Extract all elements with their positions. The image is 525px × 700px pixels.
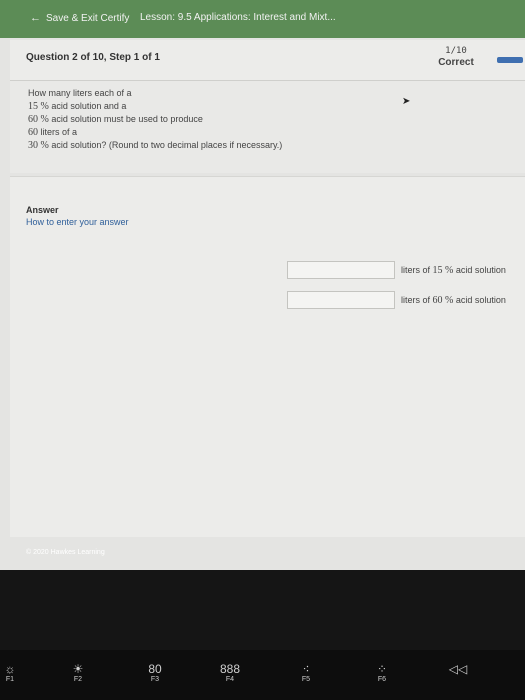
save-exit-label: Save & Exit Certify <box>46 12 130 24</box>
question-line-2: 15 % acid solution and a <box>28 100 282 113</box>
back-arrow-icon: ← <box>30 12 41 24</box>
key-f3[interactable]: 80 F3 <box>135 662 175 683</box>
question-title: Question 2 of 10, Step 1 of 1 <box>26 52 160 63</box>
key-f4[interactable]: 888 F4 <box>210 662 250 683</box>
question-line-3-text: acid solution must be used to produce <box>48 114 203 124</box>
answer-panel: Answer How to enter your answer liters o… <box>10 176 525 537</box>
percent-60: 60 % <box>28 114 49 125</box>
save-exit-button[interactable]: ← Save & Exit Certify <box>30 12 129 24</box>
score-display: 1/10 Correct <box>428 45 484 69</box>
brightness-low-icon: ☼ <box>4 662 16 676</box>
percent-30: 30 % <box>28 140 49 151</box>
row-15-suffix: acid solution <box>453 264 506 275</box>
answer-row-60: liters of 60 % acid solution <box>287 291 506 309</box>
how-to-enter-link[interactable]: How to enter your answer <box>26 217 129 227</box>
launchpad-icon: 888 <box>219 662 241 676</box>
mission-control-icon: 80 <box>148 662 162 676</box>
answer-row-15: liters of 15 % acid solution <box>287 261 506 279</box>
question-line-3: 60 % acid solution must be used to produ… <box>28 113 282 126</box>
progress-bar <box>497 57 523 63</box>
row-60-suffix: acid solution <box>453 294 506 305</box>
answer-row-60-label: liters of 60 % acid solution <box>401 295 506 306</box>
brightness-icon: ☀ <box>72 662 84 676</box>
key-f4-label: F4 <box>225 676 235 683</box>
key-f7[interactable]: ◁◁ <box>438 662 478 676</box>
answer-title: Answer <box>26 205 59 215</box>
top-nav-bar: ← Save & Exit Certify Lesson: 9.5 Applic… <box>0 0 525 38</box>
answer-row-15-label: liters of 15 % acid solution <box>401 265 506 276</box>
row-60-percent: 60 % <box>432 294 454 306</box>
question-line-4-text: liters of a <box>38 127 78 137</box>
keyboard-light-low-icon: ⁖ <box>302 662 310 676</box>
copyright-footer: © 2020 Hawkes Learning <box>26 549 105 556</box>
mouse-pointer-icon: ➤ <box>402 96 411 107</box>
row-60-prefix: liters of <box>401 294 433 305</box>
laptop-bezel <box>0 570 525 650</box>
score-status: Correct <box>438 57 474 68</box>
key-f1-label: F1 <box>5 676 15 683</box>
lesson-title: Lesson: 9.5 Applications: Interest and M… <box>140 12 336 23</box>
percent-15: 15 % <box>28 101 49 112</box>
row-15-prefix: liters of <box>401 264 433 275</box>
question-panel: How many liters each of a 15 % acid solu… <box>10 81 525 173</box>
question-line-1: How many liters each of a <box>28 88 132 98</box>
key-f5[interactable]: ⁖ F5 <box>286 662 326 683</box>
question-line-4: 60 liters of a <box>28 126 282 139</box>
question-line-2-text: acid solution and a <box>48 101 127 111</box>
key-f1[interactable]: ☼ F1 <box>0 662 30 683</box>
liters-15-input[interactable] <box>287 261 395 279</box>
question-line-5-text: acid solution? (Round to two decimal pla… <box>48 140 283 150</box>
key-f6-label: F6 <box>377 676 387 683</box>
keyboard-light-high-icon: ⁘ <box>376 662 388 676</box>
question-line-5: 30 % acid solution? (Round to two decima… <box>28 139 282 152</box>
score-fraction: 1/10 <box>445 46 467 56</box>
question-text: How many liters each of a 15 % acid solu… <box>28 87 282 152</box>
key-f2[interactable]: ☀ F2 <box>58 662 98 683</box>
question-header: Question 2 of 10, Step 1 of 1 1/10 Corre… <box>10 40 525 81</box>
liters-60-input[interactable] <box>287 291 395 309</box>
key-f3-label: F3 <box>150 676 160 683</box>
rewind-icon: ◁◁ <box>448 662 468 676</box>
browser-screen: ← Save & Exit Certify Lesson: 9.5 Applic… <box>0 0 525 570</box>
key-f2-label: F2 <box>73 676 83 683</box>
key-f5-label: F5 <box>301 676 311 683</box>
row-15-percent: 15 % <box>432 264 454 276</box>
key-f6[interactable]: ⁘ F6 <box>362 662 402 683</box>
total-liters: 60 <box>28 127 38 138</box>
